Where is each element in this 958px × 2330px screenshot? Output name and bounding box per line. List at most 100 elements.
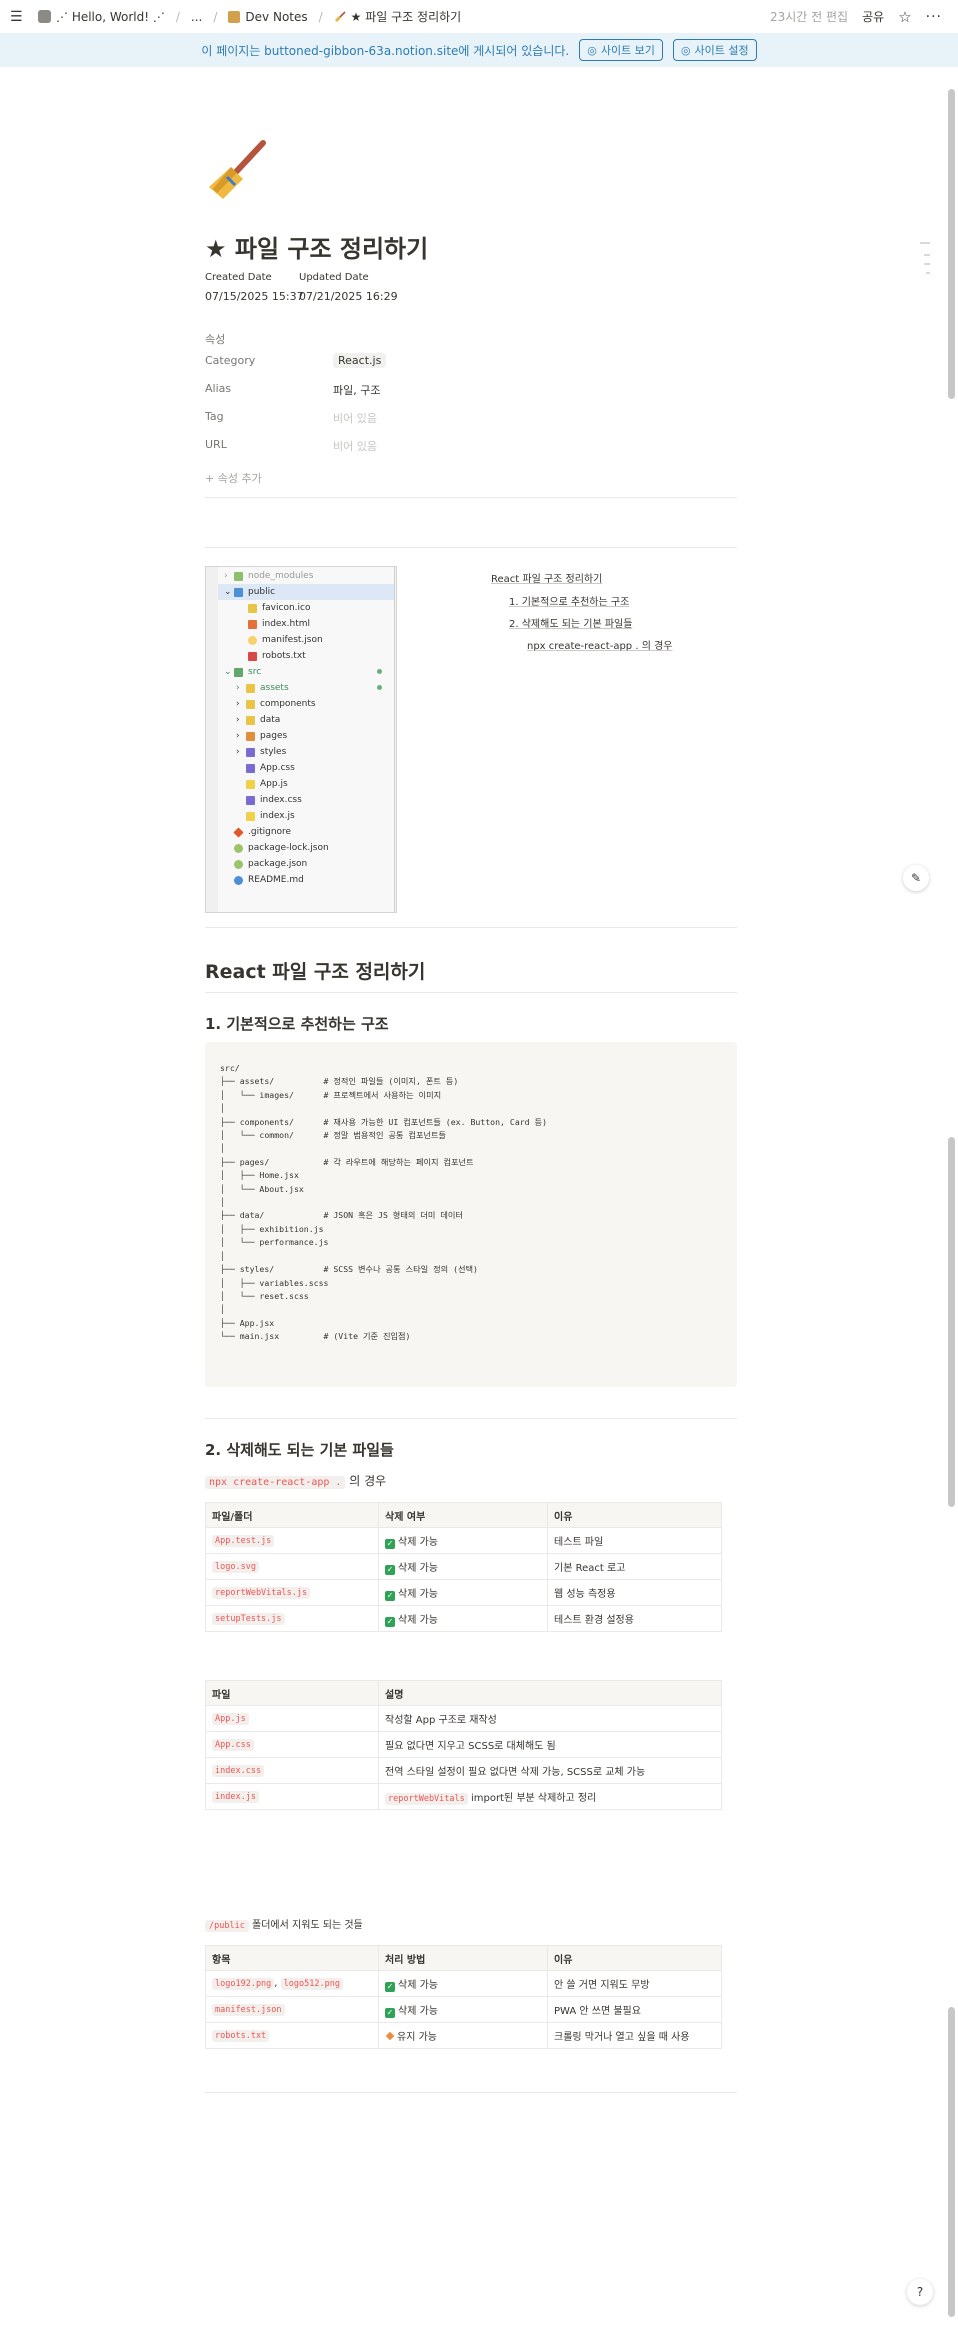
tree-item: index.js — [246, 808, 295, 824]
globe-icon: ◎ — [587, 43, 597, 57]
table-row: reportWebVitals.js ✓ 삭제 가능 웹 성능 측정용 — [205, 1579, 722, 1606]
inline-code: logo.svg — [212, 1561, 259, 1573]
column-header: 처리 방법 — [378, 1945, 548, 1971]
page-scrollbar[interactable] — [944, 67, 958, 2330]
more-options-icon[interactable]: ··· — [926, 9, 942, 25]
table-cell: 기본 React 로고 — [547, 1553, 722, 1580]
side-toc-marker[interactable] — [926, 272, 930, 274]
toc-item[interactable]: 2. 삭제해도 되는 기본 파일들 — [509, 615, 632, 630]
updated-date-label: Updated Date — [299, 272, 369, 283]
check-icon: ✓ — [385, 1981, 395, 1992]
inline-code: reportWebVitals — [385, 1793, 468, 1805]
tree-item: favicon.ico — [248, 600, 311, 616]
table-cell: logo192.png, logo512.png — [205, 1970, 379, 1997]
inline-code: manifest.json — [212, 2004, 285, 2016]
breadcrumb-current-page[interactable]: ★ 파일 구조 정리하기 — [334, 8, 462, 25]
property-row-tag[interactable]: Tag 비어 있음 — [205, 407, 737, 429]
table-row: manifest.json ✓ 삭제 가능 PWA 안 쓰면 불필요 — [205, 1996, 722, 2023]
banner-text: 이 페이지는 buttoned-gibbon-63a.notion.site에 … — [201, 43, 570, 58]
broom-icon — [334, 10, 346, 23]
table-header-row: 파일/폴더 삭제 여부 이유 — [205, 1502, 722, 1528]
table-cell: App.test.js — [205, 1527, 379, 1554]
comments-float-icon[interactable]: ✎ — [903, 865, 929, 891]
broom-icon[interactable] — [205, 137, 271, 203]
tree-item: › data — [236, 715, 281, 725]
divider — [205, 1418, 737, 1419]
heading-deletable-files[interactable]: 2. 삭제해도 되는 기본 파일들 — [205, 1439, 394, 1460]
toc-item[interactable]: npx create-react-app . 의 경우 — [527, 637, 672, 652]
deletable-files-table: 파일/폴더 삭제 여부 이유 App.test.js ✓ 삭제 가능 테스트 파일… — [205, 1502, 722, 1632]
property-row-alias[interactable]: Alias 파일, 구조 — [205, 379, 737, 401]
view-site-button[interactable]: ◎ 사이트 보기 — [579, 39, 663, 61]
divider — [205, 2092, 737, 2093]
share-button[interactable]: 공유 — [862, 8, 884, 25]
table-cell: 필요 없다면 지우고 SCSS로 대체해도 됨 — [378, 1731, 722, 1758]
toc-item[interactable]: React 파일 구조 정리하기 — [491, 570, 602, 585]
created-date-value: 07/15/2025 15:37 — [205, 290, 304, 303]
inline-code: setupTests.js — [212, 1613, 285, 1625]
code-block[interactable]: src/ ├── assets/ # 정적인 파일들 (이미지, 폰트 등) │… — [205, 1042, 737, 1387]
table-cell: robots.txt — [205, 2022, 379, 2049]
breadcrumb-ellipsis[interactable]: ... — [191, 10, 202, 24]
scrollbar-thumb[interactable] — [948, 1137, 955, 1507]
cell-text: 삭제 가능 — [398, 1536, 438, 1548]
explorer-panel: › node_modules ⌄ public favicon.ico index.… — [218, 567, 395, 912]
table-cell: 테스트 환경 설정용 — [547, 1605, 722, 1632]
table-cell: 테스트 파일 — [547, 1527, 722, 1554]
help-float-icon[interactable]: ? — [907, 2279, 933, 2305]
sidebar-toggle-icon[interactable]: ☰ — [10, 9, 26, 25]
breadcrumb-label: ★ 파일 구조 정리하기 — [350, 10, 462, 24]
property-name: Alias — [205, 382, 232, 395]
favorite-star-icon[interactable]: ☆ — [898, 8, 911, 26]
site-settings-button[interactable]: ◎ 사이트 설정 — [672, 39, 757, 61]
property-row-category[interactable]: Category React.js — [205, 351, 737, 373]
file-tree-image[interactable]: › node_modules ⌄ public favicon.ico index.… — [205, 566, 397, 913]
add-property-button[interactable]: + 속성 추가 — [205, 470, 262, 486]
table-cell: 웹 성능 측정용 — [547, 1579, 722, 1606]
inline-code: robots.txt — [212, 2030, 270, 2042]
page-title[interactable]: ★ 파일 구조 정리하기 — [205, 229, 428, 264]
tree-item: ⌄ src — [224, 664, 394, 680]
property-value[interactable]: React.js — [333, 353, 387, 368]
property-value[interactable]: 파일, 구조 — [333, 382, 380, 398]
property-row-url[interactable]: URL 비어 있음 — [205, 435, 737, 457]
side-toc-marker[interactable] — [924, 254, 930, 256]
public-note-text: 폴더에서 지워도 되는 것들 — [252, 1920, 363, 1931]
scrollbar-thumb[interactable] — [948, 89, 955, 399]
topbar-actions: 23시간 전 편집 공유 ☆ ··· — [770, 0, 942, 33]
breadcrumb-workspace[interactable]: ⋰ Hello, World! ⋰ — [38, 10, 165, 24]
tree-item: robots.txt — [248, 648, 306, 664]
property-value[interactable]: 비어 있음 — [333, 410, 377, 426]
created-date-label: Created Date — [205, 272, 272, 283]
table-cell: ✓ 삭제 가능 — [378, 1579, 548, 1606]
table-row: App.css 필요 없다면 지우고 SCSS로 대체해도 됨 — [205, 1731, 722, 1758]
table-cell: reportWebVitals.js — [205, 1579, 379, 1606]
divider — [205, 927, 737, 928]
edited-time: 23시간 전 편집 — [769, 10, 849, 24]
property-name: URL — [205, 438, 227, 451]
npx-suffix: 의 경우 — [349, 1474, 387, 1488]
inline-code: npx create-react-app . — [205, 1476, 346, 1489]
toc-item[interactable]: 1. 기본적으로 추천하는 구조 — [509, 593, 629, 608]
properties-heading: 속성 — [205, 333, 226, 346]
side-toc-marker[interactable] — [924, 263, 930, 265]
check-icon: ✓ — [385, 1616, 395, 1627]
breadcrumb-dev-notes[interactable]: Dev Notes — [228, 10, 308, 24]
cell-text: 삭제 가능 — [398, 1979, 438, 1991]
table-cell: App.js — [205, 1705, 379, 1732]
add-property-label: 속성 추가 — [217, 472, 262, 485]
cell-text: 삭제 가능 — [398, 1588, 438, 1600]
tree-item: › styles — [236, 747, 287, 757]
heading-recommended-structure[interactable]: 1. 기본적으로 추천하는 구조 — [205, 1013, 389, 1034]
cell-text: 유지 가능 — [397, 2032, 437, 2043]
scrollbar-thumb[interactable] — [948, 2007, 955, 2317]
tree-item: README.md — [234, 872, 304, 888]
heading-react-structure[interactable]: React 파일 구조 정리하기 — [205, 957, 425, 984]
property-value[interactable]: 비어 있음 — [333, 438, 377, 454]
table-cell: ✓ 삭제 가능 — [378, 1527, 548, 1554]
tree-item: index.css — [246, 792, 302, 808]
tree-item: App.js — [246, 776, 288, 792]
table-row: robots.txt 유지 가능 크롤링 막거나 열고 싶을 때 사용 — [205, 2022, 722, 2049]
side-toc-marker[interactable] — [920, 242, 930, 244]
table-row: index.css 전역 스타일 설정이 필요 없다면 삭제 가능, SCSS로… — [205, 1757, 722, 1784]
